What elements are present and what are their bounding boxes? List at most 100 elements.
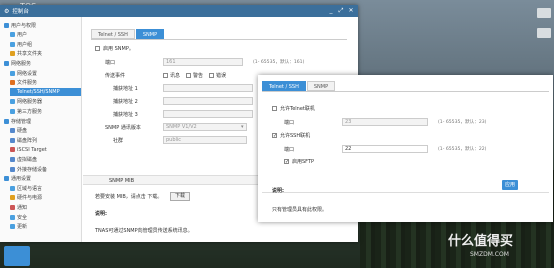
maximize-icon[interactable]: ⤢ bbox=[338, 8, 344, 14]
sidebar-item[interactable]: 虚拟磁盘 bbox=[10, 155, 37, 163]
snmp-version-label: SNMP 通讯版本 bbox=[105, 125, 141, 131]
sidebar-group[interactable]: 网络服务 bbox=[4, 59, 31, 67]
trap-error-label: 错误 bbox=[216, 73, 227, 79]
sidebar-item[interactable]: 用户 bbox=[10, 31, 27, 39]
dialog-note-label: 说明: bbox=[272, 188, 284, 194]
telnet-port-input[interactable]: 23 bbox=[342, 118, 428, 126]
sidebar-item[interactable]: 共享文件夹 bbox=[10, 50, 42, 58]
sidebar-item[interactable]: iSCSI Target bbox=[10, 146, 47, 154]
sidebar-item-label: 网络服务 bbox=[11, 60, 32, 67]
sidebar-item-icon bbox=[10, 32, 15, 38]
sftp-enable-checkbox[interactable]: ✓ bbox=[284, 159, 289, 165]
ssh-enable-checkbox[interactable]: ✓ bbox=[272, 133, 277, 139]
sidebar-item-icon bbox=[10, 185, 15, 191]
ssh-port-label: 端口 bbox=[284, 147, 295, 153]
sidebar-item[interactable]: 第三方服务 bbox=[10, 107, 42, 115]
enable-snmp-checkbox[interactable] bbox=[95, 46, 100, 51]
download-button[interactable]: 下载 bbox=[170, 192, 191, 201]
sidebar-item-icon bbox=[10, 108, 15, 114]
community-input[interactable]: public bbox=[163, 136, 247, 144]
sidebar-item[interactable]: 网络服务器 bbox=[10, 98, 42, 106]
trap-address-3-label: 捕获地址 3 bbox=[113, 112, 138, 118]
ssh-enable-label: 允许SSH联机 bbox=[280, 133, 311, 139]
sidebar-item[interactable]: 区域与语言 bbox=[10, 184, 42, 192]
sidebar-item-icon bbox=[10, 166, 15, 172]
sidebar-item-label: 磁盘阵列 bbox=[17, 137, 38, 144]
sidebar-item-label: 第三方服务 bbox=[17, 108, 43, 115]
window-titlebar[interactable]: ⚙ 控制台 _ ⤢ ✕ bbox=[0, 5, 358, 17]
settings-tabs: Telnet / SSH SNMP bbox=[91, 29, 165, 39]
sidebar-item-icon bbox=[4, 118, 9, 124]
trap-address-1-label: 捕获地址 1 bbox=[113, 86, 138, 92]
trap-address-2-input[interactable] bbox=[163, 97, 253, 105]
trap-info-label: 讯息 bbox=[170, 73, 181, 79]
sidebar-item[interactable]: Telnet/SSH/SNMP bbox=[10, 88, 81, 97]
sidebar-item-icon bbox=[10, 156, 15, 162]
sidebar-item-label: 通知 bbox=[17, 204, 28, 211]
dialog-tabs: Telnet / SSH SNMP bbox=[262, 81, 336, 91]
sidebar-item[interactable]: 外接存储设备 bbox=[10, 165, 47, 173]
tab-snmp[interactable]: SNMP bbox=[306, 81, 336, 91]
sidebar-item-label: 用户 bbox=[17, 32, 28, 39]
trap-error-checkbox[interactable] bbox=[209, 73, 214, 78]
apply-button[interactable]: 应用 bbox=[502, 180, 518, 190]
sidebar-group[interactable]: 存储管理 bbox=[4, 117, 31, 125]
divider bbox=[262, 192, 549, 193]
note-text: TNAS可通过SNMP向管理员传送系统讯息。 bbox=[95, 228, 193, 234]
trap-warning-checkbox[interactable] bbox=[186, 73, 191, 78]
sidebar-item[interactable]: 硬件与电源 bbox=[10, 194, 42, 202]
minimize-icon[interactable]: _ bbox=[328, 8, 334, 14]
sidebar-item[interactable]: 用户组 bbox=[10, 40, 32, 48]
telnet-enable-checkbox[interactable] bbox=[272, 106, 277, 111]
sidebar-item-label: 虚拟磁盘 bbox=[17, 156, 38, 163]
tab-telnet-ssh[interactable]: Telnet / SSH bbox=[262, 81, 306, 91]
ssh-port-hint: (1- 65535，默认：22) bbox=[438, 147, 487, 152]
sidebar-item-icon bbox=[10, 89, 15, 95]
sidebar-item-label: 共享文件夹 bbox=[17, 51, 43, 58]
sidebar-item[interactable]: 安全 bbox=[10, 213, 27, 221]
sidebar-item[interactable]: 文件服务 bbox=[10, 79, 37, 87]
sidebar-item-label: 存储管理 bbox=[11, 118, 32, 125]
sidebar-item[interactable]: 硬盘 bbox=[10, 127, 27, 135]
desktop-shortcut-icon[interactable] bbox=[537, 8, 551, 18]
sidebar-item-label: 文件服务 bbox=[17, 80, 38, 87]
sidebar-item-label: 硬盘 bbox=[17, 128, 28, 135]
sidebar-item[interactable]: 磁盘阵列 bbox=[10, 136, 37, 144]
sidebar-group[interactable]: 通用设置 bbox=[4, 175, 31, 183]
tab-snmp[interactable]: SNMP bbox=[135, 29, 165, 39]
trap-info-checkbox[interactable] bbox=[163, 73, 168, 78]
sidebar-item-label: 外接存储设备 bbox=[17, 166, 48, 173]
dialog-note-text: 只有管理员具有此权限。 bbox=[272, 207, 328, 213]
trap-address-1-input[interactable] bbox=[163, 84, 253, 92]
sidebar-item-label: Telnet/SSH/SNMP bbox=[17, 89, 60, 96]
sidebar-group[interactable]: 用户与权限 bbox=[4, 21, 36, 29]
ssh-port-input[interactable]: 22 bbox=[342, 145, 428, 153]
telnet-port-hint: (1- 65535，默认：23) bbox=[438, 120, 487, 125]
snmp-port-input[interactable]: 161 bbox=[163, 58, 243, 66]
trap-label: 传送事件 bbox=[105, 73, 126, 79]
sidebar-item-label: 硬件与电源 bbox=[17, 195, 43, 202]
trap-address-3-input[interactable] bbox=[163, 110, 253, 118]
sidebar-item[interactable]: 通知 bbox=[10, 203, 27, 211]
telnet-ssh-dialog: Telnet / SSH SNMP 允许Telnet联机 端口 23 (1- 6… bbox=[258, 75, 553, 222]
sidebar: 用户与权限用户 用户组共享文件夹网络服务网络设置文件服务 Telnet/SSH/SN… bbox=[0, 17, 82, 242]
sidebar-item-icon bbox=[4, 176, 9, 182]
mib-section-title: SNMP MIB bbox=[109, 178, 135, 184]
sidebar-item[interactable]: 网络设置 bbox=[10, 69, 37, 77]
start-button[interactable] bbox=[4, 246, 30, 266]
sidebar-item-label: 网络服务器 bbox=[17, 99, 43, 106]
tab-telnet-ssh[interactable]: Telnet / SSH bbox=[91, 29, 135, 39]
sidebar-item[interactable]: 更新 bbox=[10, 223, 27, 231]
close-icon[interactable]: ✕ bbox=[348, 8, 354, 14]
note-label: 说明: bbox=[95, 211, 107, 217]
sidebar-item-icon bbox=[10, 99, 15, 105]
sidebar-item-label: 区域与语言 bbox=[17, 185, 43, 192]
trap-warning-label: 警告 bbox=[193, 73, 204, 79]
snmp-version-select[interactable]: SNMP V1/V2 bbox=[163, 123, 247, 131]
desktop-shortcut-icon[interactable] bbox=[537, 28, 551, 38]
sidebar-item-icon bbox=[10, 224, 15, 230]
sidebar-item-icon bbox=[10, 128, 15, 134]
sidebar-item-label: iSCSI Target bbox=[17, 146, 47, 153]
sidebar-item-label: 安全 bbox=[17, 214, 28, 221]
sidebar-item-label: 网络设置 bbox=[17, 70, 38, 77]
